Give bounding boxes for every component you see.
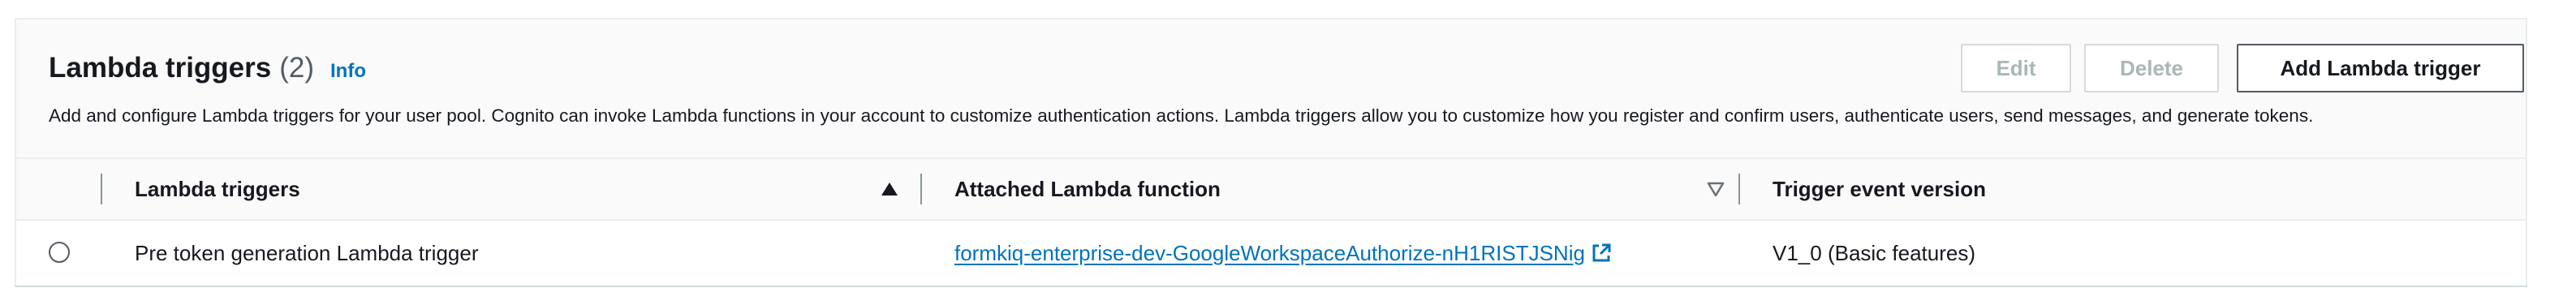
external-link-icon[interactable] xyxy=(1590,242,1613,264)
cell-trigger-version: V1_0 (Basic features) xyxy=(1773,240,1976,265)
column-header-attached-lambda-function[interactable]: Attached Lambda function xyxy=(954,159,1221,219)
section-title: Lambda triggers xyxy=(49,52,272,84)
column-header-trigger-event-version[interactable]: Trigger event version xyxy=(1773,159,1986,219)
title-row: Lambda triggers (2) Info xyxy=(49,52,366,91)
cell-lambda-function: formkiq-enterprise-dev-GoogleWorkspaceAu… xyxy=(954,221,1613,286)
table-row[interactable]: Pre token generation Lambda trigger form… xyxy=(16,221,2526,286)
column-separator[interactable] xyxy=(1738,174,1740,204)
lambda-triggers-panel: Lambda triggers (2) Info Add and configu… xyxy=(15,18,2527,287)
row-select-radio[interactable] xyxy=(49,242,70,263)
section-description: Add and configure Lambda triggers for yo… xyxy=(49,105,2314,126)
lambda-function-link[interactable]: formkiq-enterprise-dev-GoogleWorkspaceAu… xyxy=(954,241,1585,266)
column-separator xyxy=(101,174,102,204)
delete-button[interactable]: Delete xyxy=(2084,44,2219,92)
sort-descending-icon[interactable] xyxy=(1706,180,1725,198)
column-separator[interactable] xyxy=(920,174,922,204)
add-lambda-trigger-button[interactable]: Add Lambda trigger xyxy=(2237,44,2524,92)
edit-button[interactable]: Edit xyxy=(1961,44,2071,92)
page-background: Lambda triggers (2) Info Add and configu… xyxy=(0,0,2576,305)
panel-header: Lambda triggers (2) Info Add and configu… xyxy=(16,19,2526,159)
trigger-count: (2) xyxy=(279,52,315,84)
sort-ascending-icon[interactable] xyxy=(880,180,899,198)
table-header: Lambda triggers Attached Lambda function… xyxy=(16,159,2526,221)
info-link[interactable]: Info xyxy=(330,60,366,83)
cell-trigger-name: Pre token generation Lambda trigger xyxy=(135,240,479,265)
column-header-lambda-triggers[interactable]: Lambda triggers xyxy=(135,159,300,219)
